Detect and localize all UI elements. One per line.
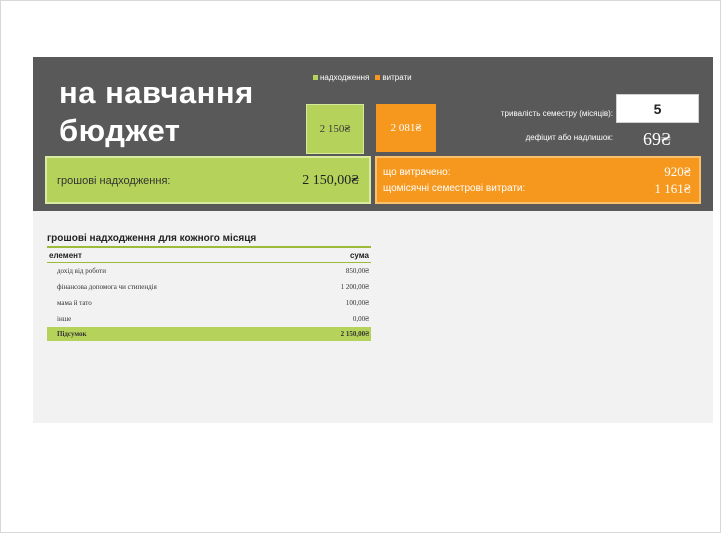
budget-sheet: на навчання бюджет надходження витрати 2… [33, 57, 713, 423]
table-row[interactable]: дохід від роботи 850,00₴ [47, 263, 371, 279]
semester-months-input[interactable]: 5 [616, 94, 699, 123]
row-item: мама й тато [57, 299, 92, 307]
col-item-header: елемент [49, 251, 82, 260]
expense-mini-box: 2 081₴ [376, 104, 436, 152]
row-item: дохід від роботи [57, 267, 106, 275]
monthly-label: щомісячні семестрові витрати: [383, 183, 526, 194]
income-table-title: грошові надходження для кожного місяця [47, 233, 371, 248]
income-summary-label: грошові надходження: [57, 175, 171, 187]
table-row[interactable]: фінансова допомога чи стипендія 1 200,00… [47, 279, 371, 295]
legend-expense: витрати [375, 73, 412, 82]
expense-summary-bar: що витрачено: 920₴ щомісячні семестрові … [375, 156, 701, 204]
row-item: інше [57, 315, 72, 323]
income-table: грошові надходження для кожного місяця е… [47, 233, 371, 341]
semester-label: тривалість семестру (місяців): [500, 109, 613, 118]
total-value: 2 150,00₴ [340, 330, 369, 338]
income-summary-value: 2 150,00₴ [302, 173, 359, 188]
row-amount: 0,00₴ [352, 315, 369, 323]
spent-value: 920₴ [664, 164, 691, 179]
table-row[interactable]: інше 0,00₴ [47, 311, 371, 327]
title-line-2: бюджет [59, 113, 181, 148]
spent-label: що витрачено: [383, 167, 451, 178]
row-amount: 100,00₴ [345, 299, 369, 307]
row-item: фінансова допомога чи стипендія [57, 283, 157, 291]
legend-income-swatch [313, 75, 318, 81]
deficit-value: 69₴ [642, 129, 671, 149]
budget-header: на навчання бюджет надходження витрати 2… [33, 57, 713, 211]
legend-income: надходження [313, 73, 369, 82]
deficit-label: дефіцит або надлишок: [525, 133, 613, 142]
row-amount: 850,00₴ [345, 267, 369, 275]
row-amount: 1 200,00₴ [340, 283, 369, 291]
total-label: Підсумок [57, 330, 87, 338]
table-total-row: Підсумок 2 150,00₴ [47, 327, 371, 341]
monthly-value: 1 161₴ [654, 181, 691, 196]
income-mini-box: 2 150₴ [306, 104, 364, 154]
table-row[interactable]: мама й тато 100,00₴ [47, 295, 371, 311]
legend-expense-swatch [375, 75, 381, 81]
legend: надходження витрати [313, 73, 412, 82]
title-line-1: на навчання [59, 75, 254, 110]
income-table-header: елемент сума [47, 248, 371, 263]
income-summary-bar: грошові надходження: 2 150,00₴ [45, 156, 371, 204]
col-amount-header: сума [349, 251, 369, 260]
